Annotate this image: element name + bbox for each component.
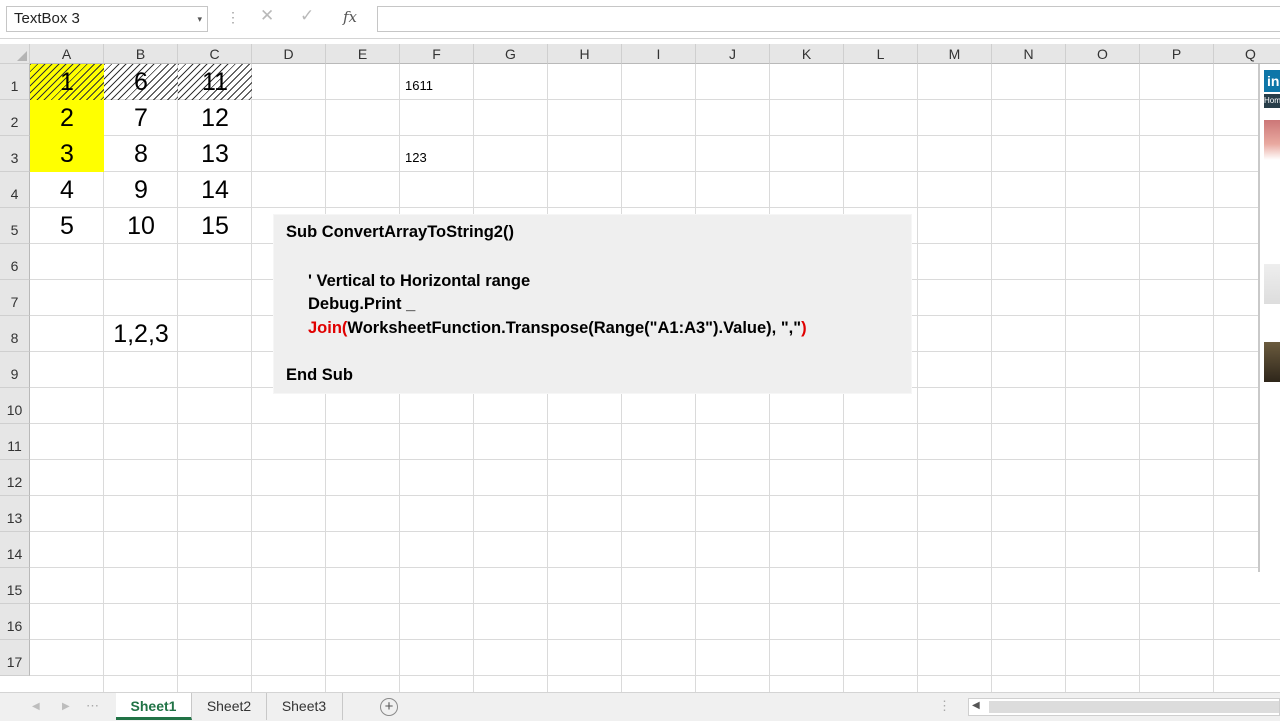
row-header-4[interactable]: 4 <box>0 172 30 208</box>
cell-C2[interactable]: 12 <box>178 100 252 136</box>
row-header-10[interactable]: 10 <box>0 388 30 424</box>
code-join-body: WorksheetFunction.Transpose(Range("A1:A3… <box>347 319 802 337</box>
row-header-8[interactable]: 8 <box>0 316 30 352</box>
tab-sheet1[interactable]: Sheet1 <box>116 693 192 720</box>
code-textbox[interactable]: Sub ConvertArrayToString2() ' Vertical t… <box>274 215 911 393</box>
cell-B1[interactable]: 6 <box>104 64 178 100</box>
code-line-join: Join(WorksheetFunction.Transpose(Range("… <box>308 319 807 338</box>
cell-B5[interactable]: 10 <box>104 208 178 244</box>
cell-B4[interactable]: 9 <box>104 172 178 208</box>
scroll-left-icon[interactable]: ◀ <box>972 700 980 711</box>
name-box-value: TextBox 3 <box>14 10 80 27</box>
column-header-j[interactable]: J <box>696 44 770 64</box>
scroll-tabs-right-icon[interactable]: ▶ <box>62 701 70 712</box>
column-header-h[interactable]: H <box>548 44 622 64</box>
tab-sheet3[interactable]: Sheet3 <box>266 693 343 720</box>
cell-A1[interactable]: 1 <box>30 64 104 100</box>
cancel-icon[interactable]: ✕ <box>260 6 274 26</box>
scrollbar-thumb[interactable] <box>989 701 1279 713</box>
cell-C1[interactable]: 11 <box>178 64 252 100</box>
cell-C4[interactable]: 14 <box>178 172 252 208</box>
row-header-1[interactable]: 1 <box>0 64 30 100</box>
add-sheet-icon[interactable]: + <box>380 698 398 716</box>
row-header-14[interactable]: 14 <box>0 532 30 568</box>
code-join-keyword: Join( <box>308 319 348 337</box>
side-nav-bar: Hom <box>1264 94 1280 108</box>
row-header-6[interactable]: 6 <box>0 244 30 280</box>
column-header-o[interactable]: O <box>1066 44 1140 64</box>
tab-ellipsis-icon[interactable]: ⋯ <box>86 698 99 714</box>
code-line-debug: Debug.Print _ <box>308 295 416 313</box>
profile-thumbnail <box>1264 342 1280 382</box>
code-line-sub: Sub ConvertArrayToString2() <box>286 223 514 241</box>
formula-bar: TextBox 3 ▾ ⋮ ✕ ✓ fx <box>0 0 1280 39</box>
side-panel: in Hom <box>1258 64 1280 572</box>
row-header-15[interactable]: 15 <box>0 568 30 604</box>
cell-F3[interactable]: 123 <box>401 136 475 172</box>
row-header-13[interactable]: 13 <box>0 496 30 532</box>
column-header-d[interactable]: D <box>252 44 326 64</box>
tab-sheet2[interactable]: Sheet2 <box>192 693 267 720</box>
column-header-n[interactable]: N <box>992 44 1066 64</box>
column-header-a[interactable]: A <box>30 44 104 64</box>
cell-A4[interactable]: 4 <box>30 172 104 208</box>
row-header-2[interactable]: 2 <box>0 100 30 136</box>
column-header-e[interactable]: E <box>326 44 400 64</box>
formula-input[interactable] <box>377 6 1280 32</box>
name-box[interactable]: TextBox 3 ▾ <box>6 6 208 32</box>
code-line-comment: ' Vertical to Horizontal range <box>308 272 531 290</box>
row-header-9[interactable]: 9 <box>0 352 30 388</box>
cell-F1[interactable]: 1611 <box>401 64 475 100</box>
profile-thumbnail <box>1264 264 1280 304</box>
column-header-q[interactable]: Q <box>1214 44 1280 64</box>
column-header-b[interactable]: B <box>104 44 178 64</box>
chevron-down-icon[interactable]: ▾ <box>197 7 202 31</box>
insert-function-icon[interactable]: fx <box>343 8 357 26</box>
cell-B2[interactable]: 7 <box>104 100 178 136</box>
select-all-icon <box>17 51 27 61</box>
code-line-end-sub: End Sub <box>286 366 353 384</box>
column-header-f[interactable]: F <box>400 44 474 64</box>
column-header-k[interactable]: K <box>770 44 844 64</box>
column-header-g[interactable]: G <box>474 44 548 64</box>
profile-thumbnail <box>1264 120 1280 160</box>
column-header-l[interactable]: L <box>844 44 918 64</box>
enter-icon[interactable]: ✓ <box>300 6 314 26</box>
cell-A2[interactable]: 2 <box>30 100 104 136</box>
cell-A5[interactable]: 5 <box>30 208 104 244</box>
sheet-tab-bar: ◀ ▶ ⋯ Sheet1 Sheet2 Sheet3 + ⋮ ◀ <box>0 692 1280 721</box>
row-header-5[interactable]: 5 <box>0 208 30 244</box>
row-header-7[interactable]: 7 <box>0 280 30 316</box>
linkedin-logo-icon: in <box>1264 70 1280 92</box>
cell-A3[interactable]: 3 <box>30 136 104 172</box>
cell-C3[interactable]: 13 <box>178 136 252 172</box>
cell-B3[interactable]: 8 <box>104 136 178 172</box>
column-header-p[interactable]: P <box>1140 44 1214 64</box>
row-header-16[interactable]: 16 <box>0 604 30 640</box>
column-header-m[interactable]: M <box>918 44 992 64</box>
split-handle-icon[interactable]: ⋮ <box>938 698 951 714</box>
row-header-12[interactable]: 12 <box>0 460 30 496</box>
row-header-3[interactable]: 3 <box>0 136 30 172</box>
select-all-button[interactable] <box>0 44 30 64</box>
horizontal-scrollbar[interactable]: ◀ <box>968 698 1280 716</box>
scroll-tabs-left-icon[interactable]: ◀ <box>32 701 40 712</box>
row-header-17[interactable]: 17 <box>0 640 30 676</box>
row-header-11[interactable]: 11 <box>0 424 30 460</box>
column-header-c[interactable]: C <box>178 44 252 64</box>
cell-C5[interactable]: 15 <box>178 208 252 244</box>
code-join-close: ) <box>801 319 807 337</box>
cell-B8[interactable]: 1,2,3 <box>104 316 178 352</box>
drag-handle-icon[interactable]: ⋮ <box>226 9 240 26</box>
column-header-i[interactable]: I <box>622 44 696 64</box>
